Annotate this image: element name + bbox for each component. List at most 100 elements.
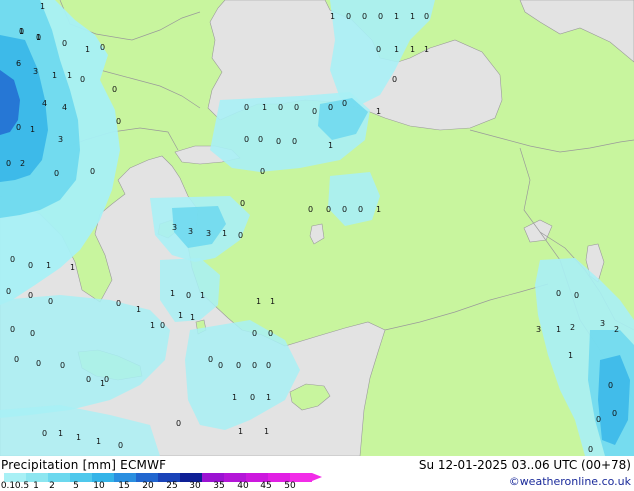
precip-value-label: 0 [116,117,122,126]
precip-value-label: 1 [222,229,228,238]
precip-value-label: 3 [536,325,542,334]
precip-value-label: 4 [62,103,68,112]
precip-value-label: 0 [28,261,34,270]
precip-value-label: 0 [116,299,122,308]
precip-value-label: 1 [568,351,574,360]
precip-value-label: 0 [36,33,42,42]
map-footer: Precipitation [mm] ECMWF Su 12-01-2025 0… [0,456,634,491]
precip-value-label: 0 [362,12,368,21]
precip-value-label: 0 [6,159,12,168]
precip-value-label: 1 [96,437,102,446]
precip-value-label: 0 [176,419,182,428]
precip-value-label: 1 [376,107,382,116]
precip-value-label: 1 [52,71,58,80]
precip-value-label: 0 [252,329,258,338]
precip-value-label: 1 [424,45,430,54]
precip-value-label: 3 [206,229,212,238]
precip-value-label: 1 [76,433,82,442]
precip-value-label: 1 [232,393,238,402]
precip-value-label: 0 [208,355,214,364]
precip-value-label: 1 [30,125,36,134]
precip-value-label: 0 [556,289,562,298]
precip-value-label: 0 [276,137,282,146]
precip-value-label: 1 [410,12,416,21]
precip-value-label: 0 [42,429,48,438]
precip-value-label: 1 [58,429,64,438]
colorbar-arrow [312,473,322,481]
precip-value-label: 1 [270,297,276,306]
precip-value-label: 0 [160,321,166,330]
precip-value-label: 0 [186,291,192,300]
precip-value-label: 0 [326,205,332,214]
precip-value-label: 1 [376,205,382,214]
precip-value-label: 1 [556,325,562,334]
precip-value-label: 0 [14,355,20,364]
precip-value-label: 0 [10,255,16,264]
precip-value-label: 1 [100,379,106,388]
precip-value-label: 0 [294,103,300,112]
precip-value-label: 2 [20,159,26,168]
precip-value-label: 1 [85,45,91,54]
precip-value-label: 0 [376,45,382,54]
precip-value-label: 0 [342,205,348,214]
precip-value-label: 1 [40,2,46,11]
precip-value-label: 0 [574,291,580,300]
precip-value-label: 0 [378,12,384,21]
credit-link[interactable]: ©weatheronline.co.uk [509,475,631,488]
precip-value-label: 0 [90,167,96,176]
precip-value-label: 0 [608,381,614,390]
map-title: Precipitation [mm] ECMWF [1,458,167,472]
precip-value-label: 0 [244,135,250,144]
precip-value-label: 0 [28,291,34,300]
precip-value-label: 0 [268,329,274,338]
precip-value-label: 1 [410,45,416,54]
precip-value-label: 0 [6,287,12,296]
precip-value-label: 0 [112,85,118,94]
precip-value-label: 0 [60,361,66,370]
precip-value-label: 1 [46,261,52,270]
precip-value-label: 0 [238,231,244,240]
precip-value-label: 0 [100,43,106,52]
precip-value-label: 0 [16,123,22,132]
precip-value-label: 1 [330,12,336,21]
map-canvas [0,0,634,456]
precip-value-label: 0 [36,359,42,368]
precip-value-label: 0 [244,103,250,112]
precip-value-label: 0 [86,375,92,384]
precip-value-label: 1 [262,103,268,112]
precip-value-label: 0 [328,103,334,112]
precip-value-label: 0 [308,205,314,214]
precip-value-label: 1 [256,297,262,306]
precip-value-label: 0 [48,297,54,306]
precip-value-label: 0 [612,409,618,418]
precip-value-label: 0 [218,361,224,370]
precip-value-label: 2 [614,325,620,334]
precip-value-label: 4 [42,99,48,108]
precip-value-label: 0 [54,169,60,178]
precip-value-label: 0 [260,167,266,176]
forecast-date: Su 12-01-2025 03..06 UTC (00+78) [418,458,631,472]
precip-value-label: 1 [190,313,196,322]
precip-value-label: 0 [30,329,36,338]
precip-value-label: 1 [394,12,400,21]
precip-value-label: 0 [266,361,272,370]
precip-value-label: 0 [80,75,86,84]
precip-value-label: 0 [252,361,258,370]
precip-value-label: 0 [118,441,124,450]
precip-value-label: 0 [588,445,594,454]
precip-value-label: 0 [278,103,284,112]
precip-value-label: 1 [238,427,244,436]
precip-value-label: 0 [250,393,256,402]
precip-value-label: 2 [570,323,576,332]
precip-value-label: 1 [328,141,334,150]
precip-value-label: 1 [264,427,270,436]
precip-value-label: 0 [312,107,318,116]
precip-value-label: 0 [240,199,246,208]
precip-value-label: 1 [136,305,142,314]
precip-value-label: 0 [258,135,264,144]
precip-value-label: 0 [346,12,352,21]
precip-value-label: 0 [424,12,430,21]
precip-value-label: 3 [58,135,64,144]
precip-value-label: 1 [178,311,184,320]
precip-value-label: 3 [33,67,39,76]
